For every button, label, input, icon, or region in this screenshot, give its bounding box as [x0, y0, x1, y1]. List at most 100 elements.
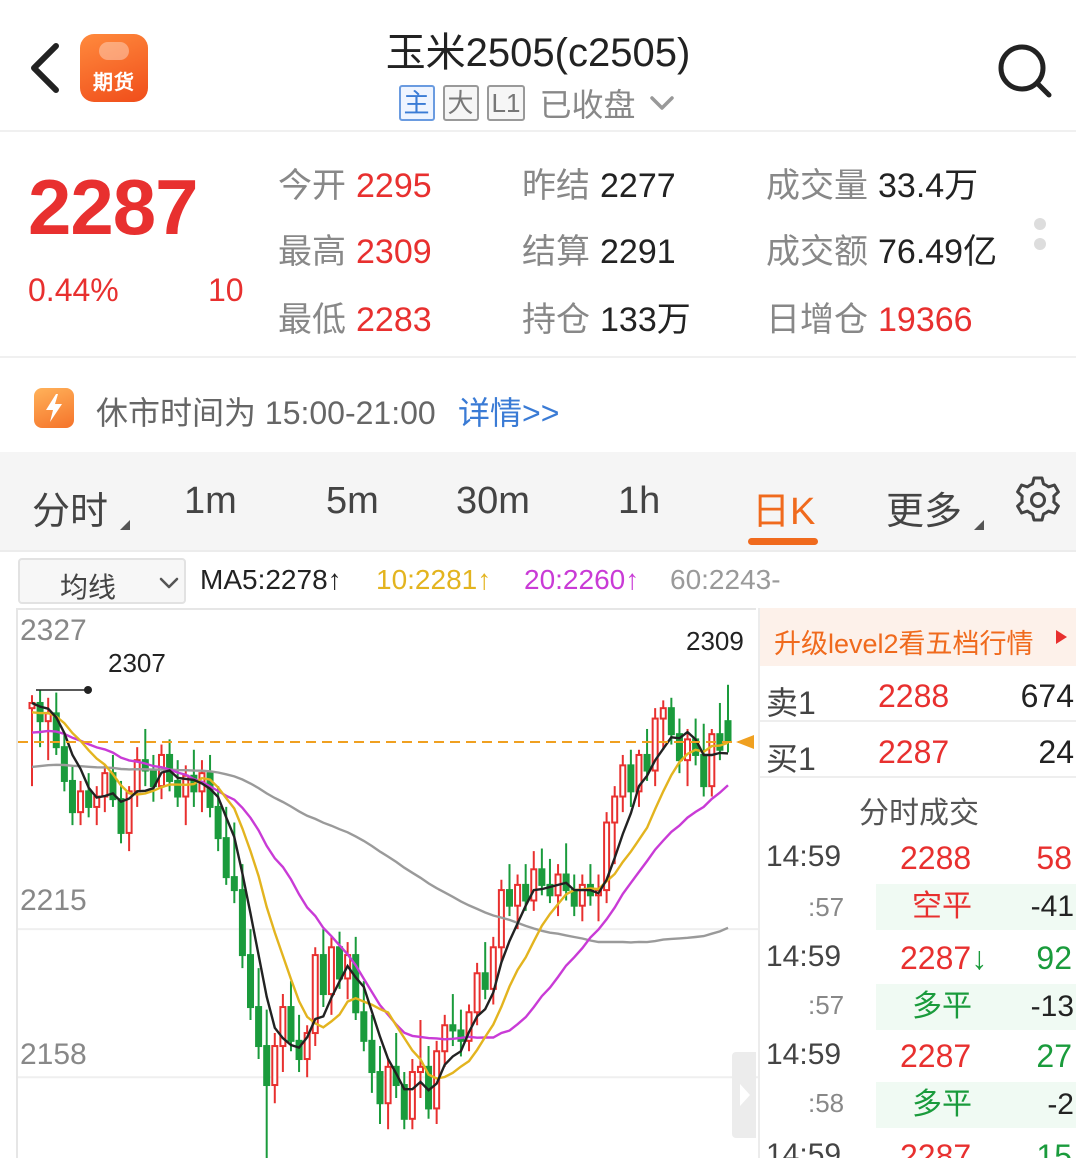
tab-daily-k[interactable]: 日K: [752, 480, 815, 535]
stat-open-interest: 持仓 133万: [522, 301, 691, 339]
moving-average-legend: 均线 MA5:2278↑ 10:2281↑ 20:2260↑ 60:2243-: [0, 554, 1076, 606]
tab-1h[interactable]: 1h: [618, 480, 660, 523]
upgrade-text: 升级level2看五档行情: [774, 629, 1034, 659]
tab-5m[interactable]: 5m: [326, 480, 379, 523]
candle-body: [700, 753, 708, 788]
candle-body: [255, 1006, 263, 1048]
orderbook-panel: 升级level2看五档行情 卖1 2288 674 买1 2287 24 分时成…: [758, 608, 1076, 1158]
candle-body: [101, 772, 109, 798]
change-percent: 0.44%: [28, 272, 119, 308]
ma60-label: 60:2243-: [670, 564, 781, 595]
market-status: 已收盘: [539, 87, 636, 123]
caret-icon: [120, 520, 130, 530]
tab-intraday[interactable]: 分时: [32, 480, 108, 535]
stat-turnover: 成交额 76.49亿: [766, 233, 998, 271]
bid-row: 买1 2287 24: [760, 724, 1076, 778]
candle-body: [481, 972, 489, 990]
quote-panel: 2287 0.44% 10 今开 2295 昨结 2277 成交量 33.4万 最高 2…: [0, 134, 1076, 356]
candle-body: [133, 759, 141, 793]
tag-big: 大: [442, 85, 479, 121]
candle-body: [449, 1024, 457, 1032]
indicator-select-value: 均线: [60, 572, 117, 603]
candle-body: [505, 889, 513, 907]
last-price: 2287: [28, 163, 199, 251]
candle-body: [336, 946, 344, 980]
candle-body: [659, 707, 667, 720]
tab-1m[interactable]: 1m: [184, 480, 237, 523]
search-icon: [998, 44, 1052, 98]
chevron-right-icon: [740, 1084, 750, 1106]
tab-more[interactable]: 更多: [886, 480, 962, 535]
candle-body: [230, 876, 238, 892]
stat-high: 最高 2309: [278, 233, 432, 271]
ticks-title: 分时成交: [859, 797, 979, 830]
candle-body: [117, 798, 125, 834]
candle-body: [627, 764, 635, 793]
notice-text: 休市时间为 15:00-21:00: [96, 395, 436, 431]
caret-right-icon: [1056, 630, 1067, 644]
candle-body: [611, 795, 619, 824]
candle-body: [263, 1045, 271, 1087]
candle-body: [222, 837, 230, 879]
kline-chart[interactable]: 2327 2215 2158 2309 2307: [16, 608, 758, 1158]
tag-main: 主: [398, 85, 435, 121]
candle-body: [376, 1071, 384, 1105]
candle-body: [214, 805, 222, 840]
contract-status-bar[interactable]: 主 大 L1 已收盘: [0, 80, 1076, 126]
chevron-down-icon[interactable]: [647, 88, 677, 118]
last-price-marker: [736, 734, 754, 749]
candle-body: [327, 946, 335, 996]
high-pointer-dot: [84, 685, 92, 694]
candle-body: [643, 753, 651, 772]
candle-body: [522, 883, 530, 902]
candle-body: [247, 954, 255, 1009]
chart-expand-handle[interactable]: [732, 1052, 756, 1138]
gear-icon: [1016, 476, 1060, 522]
change-value: 10: [208, 272, 244, 308]
candle-body: [514, 883, 522, 907]
candle-body: [416, 1065, 424, 1074]
candle-body: [724, 720, 732, 743]
candle-body: [667, 707, 675, 736]
tab-30m[interactable]: 30m: [456, 480, 530, 523]
notice-details-link[interactable]: 详情>>: [458, 388, 559, 434]
stat-low: 最低 2283: [278, 301, 432, 339]
stat-volume: 成交量 33.4万: [766, 167, 979, 205]
tag-level1: L1: [486, 85, 526, 121]
chart-left-high-label: 2307: [108, 648, 166, 678]
candle-body: [271, 1045, 279, 1087]
candle-body: [319, 954, 327, 996]
candle-body: [538, 868, 546, 886]
active-tab-indicator: [748, 538, 818, 545]
candle-body: [174, 779, 182, 798]
candle-body: [578, 883, 586, 907]
upgrade-level2-banner[interactable]: 升级level2看五档行情: [760, 608, 1076, 666]
more-vertical-icon[interactable]: [1034, 218, 1048, 274]
search-button[interactable]: [994, 40, 1054, 100]
y-tick-mid: 2215: [20, 884, 87, 917]
lightning-icon: [34, 388, 74, 428]
ma20-label: 20:2260↑: [524, 564, 640, 595]
caret-icon: [974, 520, 984, 530]
candle-body: [619, 764, 627, 798]
stat-open: 今开 2295: [278, 167, 432, 205]
candle-body: [238, 889, 246, 957]
indicator-select[interactable]: 均线: [18, 558, 186, 604]
top-bar: 期货 玉米2505(c2505) 主 大 L1 已收盘: [0, 0, 1076, 132]
candle-body: [360, 1011, 368, 1042]
candle-body: [368, 1039, 376, 1074]
ask-row: 卖1 2288 674: [760, 668, 1076, 722]
candle-body: [85, 790, 93, 808]
stat-prev-settle: 昨结 2277: [522, 167, 676, 205]
chart-high-label: 2309: [686, 626, 744, 656]
candle-body: [68, 779, 76, 814]
page-title: 玉米2505(c2505): [385, 31, 691, 75]
candle-body: [716, 733, 724, 751]
candle-body: [287, 1006, 295, 1042]
ma5-label: MA5:2278↑: [200, 564, 342, 595]
stat-settle: 结算 2291: [522, 233, 676, 271]
ma10-label: 10:2281↑: [376, 564, 492, 595]
y-tick-low: 2158: [20, 1038, 87, 1071]
chart-settings-button[interactable]: [1012, 474, 1064, 526]
kline-svg: [18, 684, 758, 1158]
